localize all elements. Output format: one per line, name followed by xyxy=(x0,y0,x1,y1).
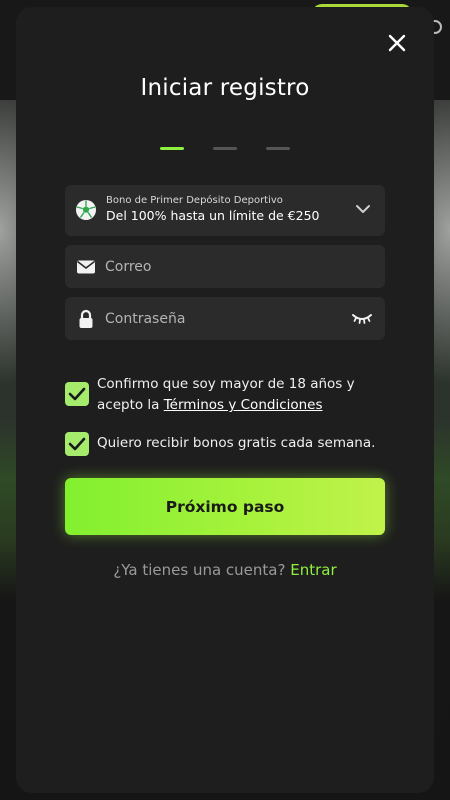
close-icon[interactable] xyxy=(386,32,408,54)
login-prompt: ¿Ya tienes una cuenta? Entrar xyxy=(0,561,450,579)
email-input[interactable] xyxy=(105,245,345,288)
soccer-ball-icon xyxy=(76,200,96,220)
checkmark-icon xyxy=(68,437,86,451)
envelope-icon xyxy=(77,260,95,274)
modal-title: Iniciar registro xyxy=(140,75,310,101)
step-2 xyxy=(213,147,237,150)
checkmark-icon xyxy=(68,387,86,401)
bonus-checkbox[interactable] xyxy=(65,432,89,456)
login-link[interactable]: Entrar xyxy=(290,561,336,579)
bonus-label: Bono de Primer Depósito Deportivo xyxy=(106,195,283,206)
terms-link[interactable]: Términos y Condiciones xyxy=(164,397,323,413)
chevron-down-icon[interactable] xyxy=(355,203,371,215)
login-question: ¿Ya tienes una cuenta? xyxy=(113,561,286,579)
email-field xyxy=(65,245,385,288)
password-field xyxy=(65,297,385,340)
age-checkbox[interactable] xyxy=(65,382,89,406)
age-confirmation-text: Confirmo que soy mayor de 18 años y acep… xyxy=(97,374,397,416)
lock-icon xyxy=(79,309,93,328)
step-1 xyxy=(160,147,184,150)
bonus-value: Del 100% hasta un límite de €250 xyxy=(106,208,320,223)
bonus-optin-text: Quiero recibir bonos gratis cada semana. xyxy=(97,435,376,451)
step-3 xyxy=(266,147,290,150)
bonus-selector[interactable]: Bono de Primer Depósito Deportivo Del 10… xyxy=(65,185,385,236)
step-indicator xyxy=(0,147,450,150)
password-input[interactable] xyxy=(105,297,345,340)
eye-closed-icon[interactable] xyxy=(351,310,373,326)
next-step-button[interactable]: Próximo paso xyxy=(65,478,385,535)
